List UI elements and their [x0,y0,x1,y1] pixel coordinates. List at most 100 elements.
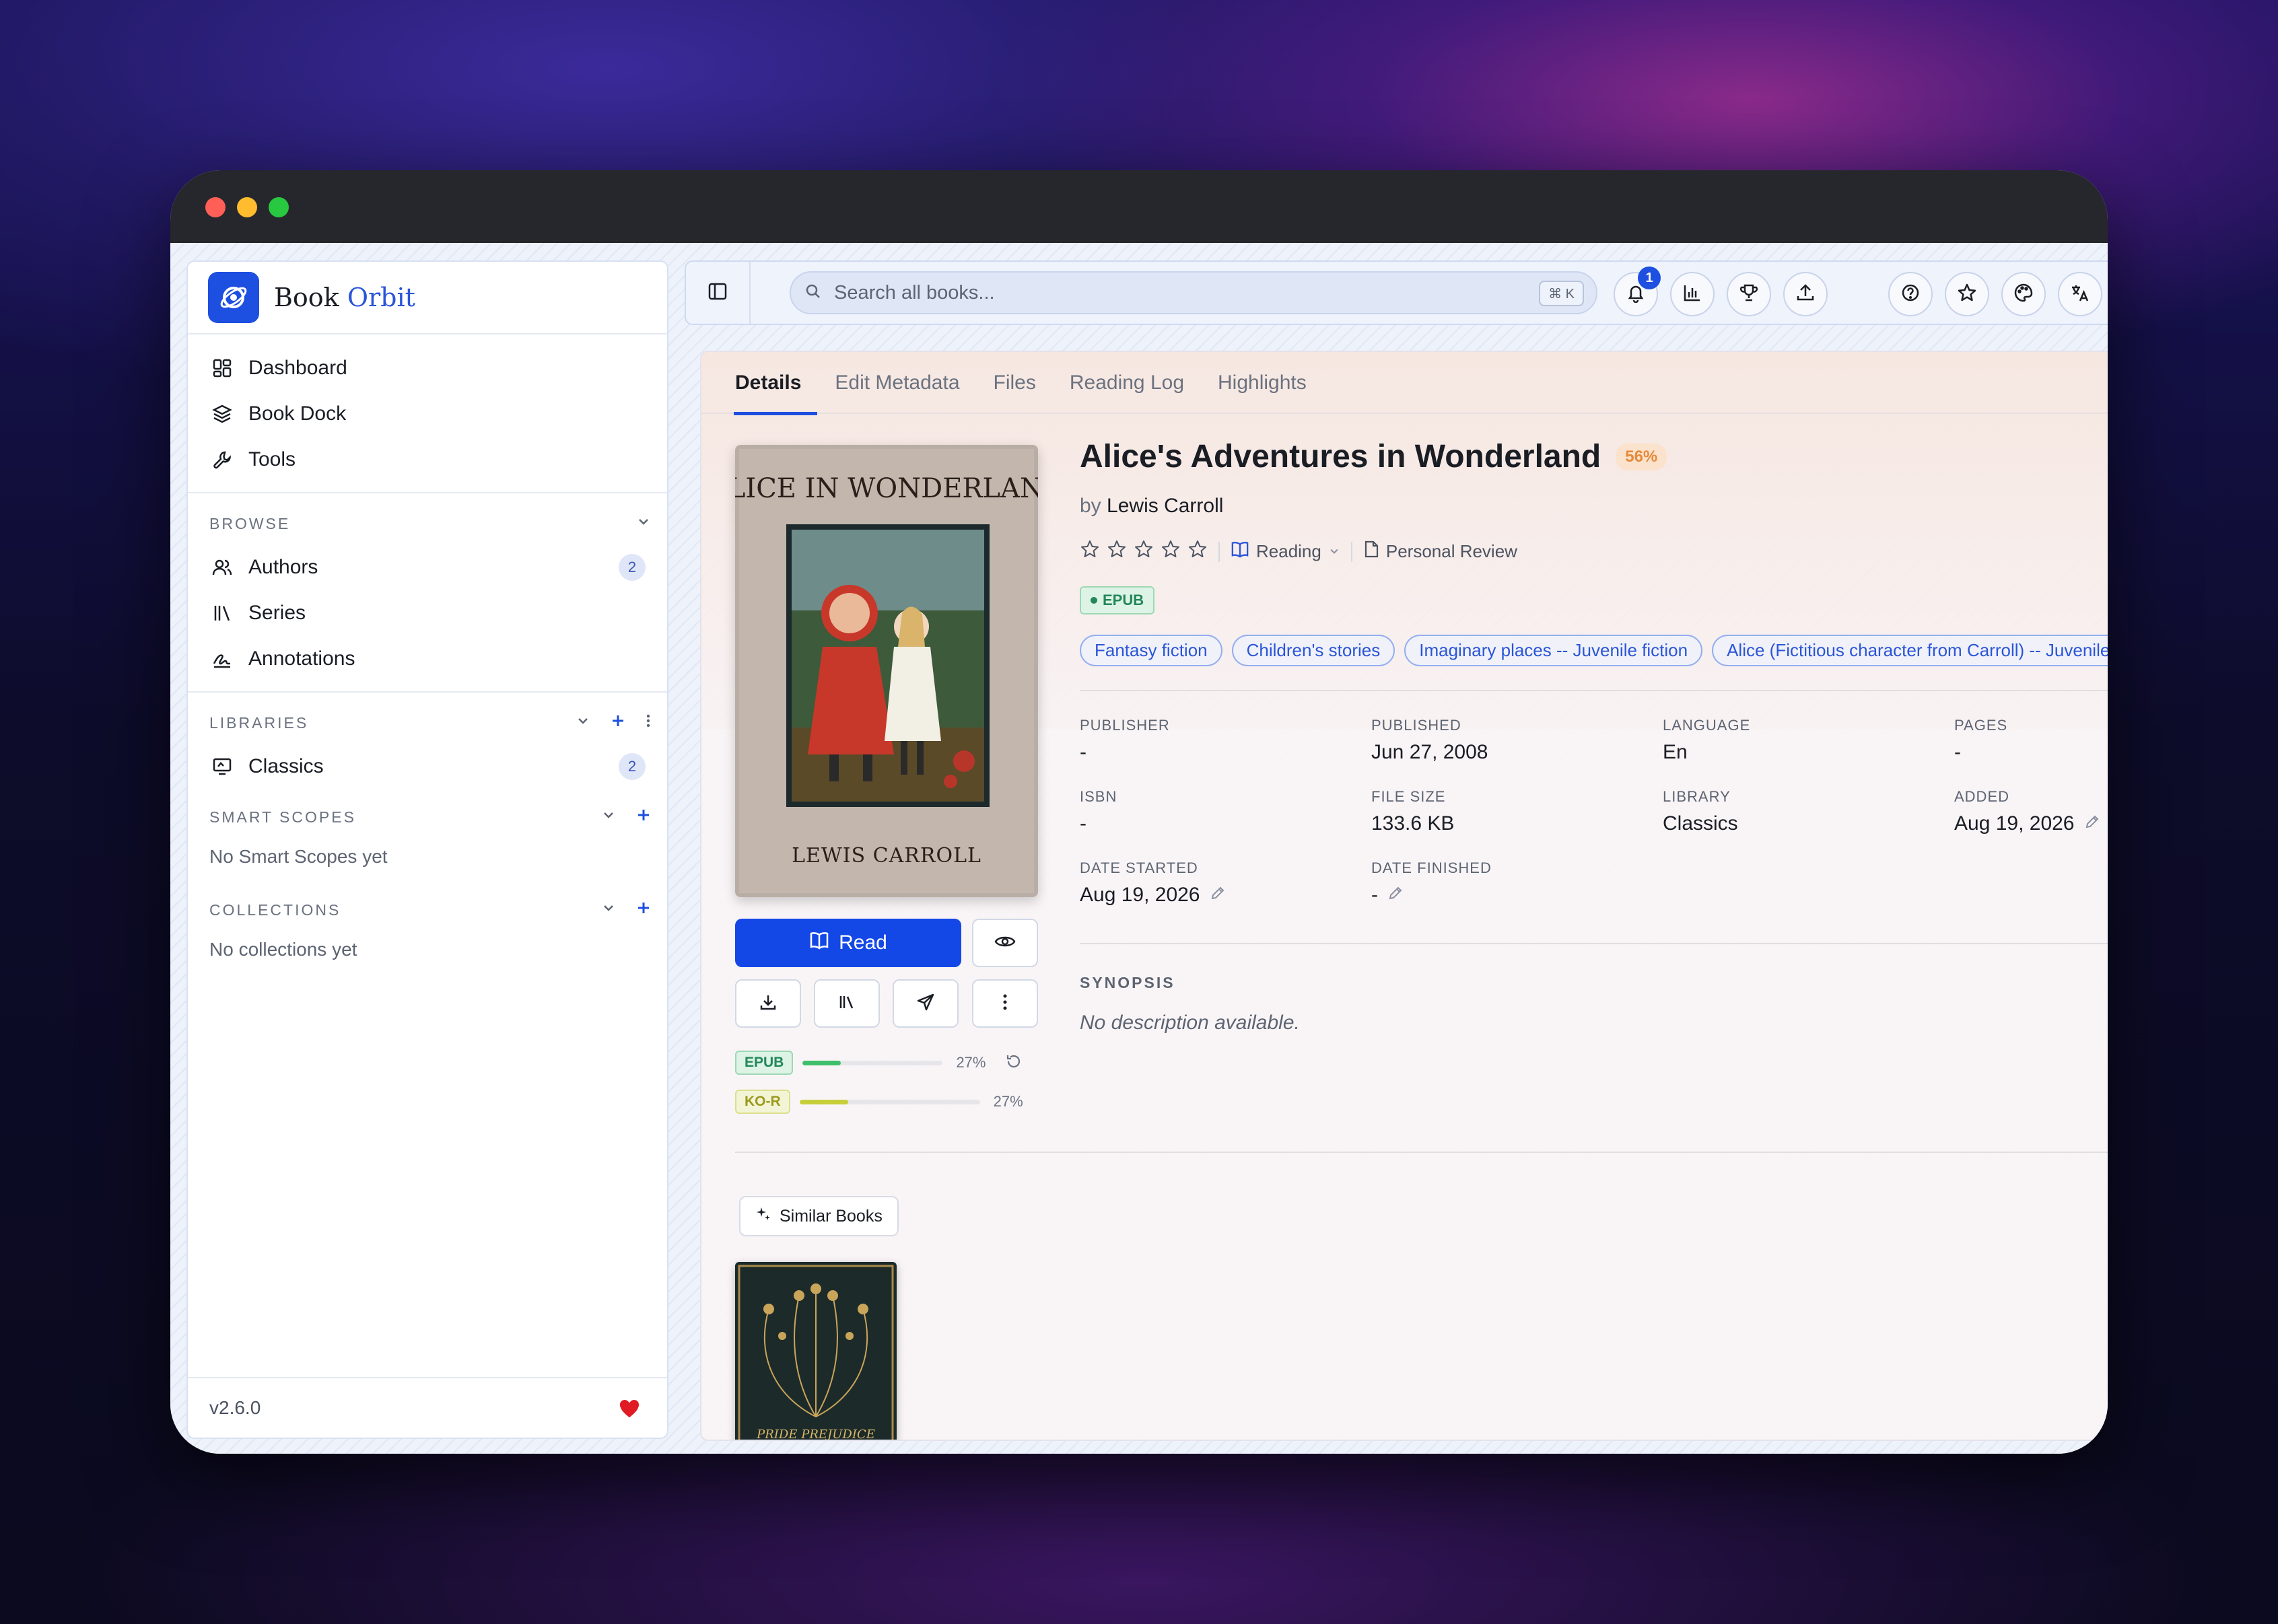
sidebar-item-authors[interactable]: Authors 2 [188,544,667,590]
signature-icon [211,647,234,670]
top-bar: ⌘ K 1 [685,260,2108,325]
star-icon[interactable] [1161,539,1181,564]
progress-bar [802,1060,943,1065]
sparkles-icon [755,1206,771,1227]
toggle-sidebar-button[interactable] [686,262,751,324]
read-button[interactable]: Read [735,919,961,967]
more-vertical-icon[interactable] [646,713,651,732]
search-bar[interactable]: ⌘ K [790,271,1597,314]
language-button[interactable] [2058,272,2102,316]
divider [188,691,667,693]
chevron-down-icon[interactable] [636,514,651,533]
refresh-icon[interactable] [1006,1053,1022,1073]
tab-highlights[interactable]: Highlights [1218,352,1307,414]
add-smart-scope-icon[interactable] [636,808,651,826]
file-size-field: FILE SIZE 133.6 KB [1371,788,1454,835]
field-label: LANGUAGE [1663,717,1751,734]
help-button[interactable] [1888,272,1933,316]
sidebar-item-classics[interactable]: Classics 2 [188,744,667,789]
wrench-icon [211,448,234,471]
similar-books-button[interactable]: Similar Books [739,1196,899,1236]
library-icon [837,993,856,1015]
add-library-icon[interactable] [611,713,625,732]
added-field: ADDED Aug 19, 2026 [1954,788,2100,835]
book-title: Alice's Adventures in Wonderland [1080,439,1601,474]
field-label: FILE SIZE [1371,788,1446,805]
star-icon [1957,283,1977,306]
send-button[interactable] [893,979,959,1028]
field-value: Classics [1663,812,1738,835]
divider [188,492,667,493]
field-value: - [1371,884,1492,907]
close-window-button[interactable] [205,197,226,217]
sidebar-item-label: Annotations [248,647,355,670]
subject-tag[interactable]: Fantasy fiction [1080,635,1222,666]
notification-count-badge: 1 [1638,267,1661,289]
stats-button[interactable] [1670,272,1715,316]
heart-icon[interactable] [619,1399,640,1423]
search-input[interactable] [834,281,1494,304]
pencil-icon[interactable] [1210,884,1226,907]
field-value: Aug 19, 2026 [1080,884,1226,907]
download-button[interactable] [735,979,801,1028]
add-to-shelf-button[interactable] [814,979,880,1028]
star-icon[interactable] [1187,539,1208,564]
read-button-label: Read [839,931,887,954]
sidebar-item-series[interactable]: Series [188,590,667,636]
collections-section-header[interactable]: COLLECTIONS [188,889,667,931]
chevron-down-icon[interactable] [601,808,616,826]
chevron-down-icon[interactable] [601,901,616,919]
star-icon[interactable] [1080,539,1100,564]
author-link[interactable]: Lewis Carroll [1107,495,1223,517]
tab-details[interactable]: Details [733,352,818,415]
upload-button[interactable] [1783,272,1828,316]
browse-section-header[interactable]: BROWSE [188,503,667,544]
sidebar-item-book-dock[interactable]: Book Dock [188,391,667,437]
personal-review-button[interactable]: Personal Review [1363,540,1517,563]
book-cover[interactable]: ALICE IN WONDERLAND [735,445,1038,897]
notifications-button[interactable]: 1 [1614,267,1661,316]
tab-reading-log[interactable]: Reading Log [1070,352,1184,414]
library-icon [211,602,234,625]
synopsis-label: SYNOPSIS [1080,974,1175,991]
reading-status-dropdown[interactable]: Reading [1231,540,1340,563]
pencil-icon[interactable] [2084,812,2100,835]
sidebar-item-dashboard[interactable]: Dashboard [188,345,667,391]
achievements-button[interactable] [1727,272,1771,316]
more-actions-button[interactable] [972,979,1038,1028]
maximize-window-button[interactable] [269,197,289,217]
pencil-icon[interactable] [1387,884,1404,907]
count-badge: 2 [619,753,646,780]
star-icon[interactable] [1107,539,1127,564]
divider [1080,943,2108,944]
similar-book-cover[interactable]: PRIDE PREJUDICE [735,1262,897,1441]
sidebar-item-label: Tools [248,448,296,470]
sidebar-item-label: Classics [248,755,324,777]
chevron-down-icon [1328,541,1340,562]
subject-tag[interactable]: Imaginary places -- Juvenile fiction [1404,635,1703,666]
chevron-down-icon[interactable] [576,713,590,732]
rating-stars[interactable] [1080,539,1208,564]
palette-icon [2013,283,2034,306]
sidebar-item-tools[interactable]: Tools [188,437,667,483]
add-collection-icon[interactable] [636,901,651,919]
tab-files[interactable]: Files [994,352,1036,414]
subject-tag[interactable]: Alice (Fictitious character from Carroll… [1712,635,2108,666]
similar-books-label: Similar Books [780,1206,883,1226]
brand[interactable]: Book Orbit [188,262,667,334]
cover-title-text: ALICE IN WONDERLAND [735,473,1038,504]
subject-tag[interactable]: Children's stories [1231,635,1395,666]
star-icon[interactable] [1134,539,1154,564]
preview-button[interactable] [972,919,1038,967]
libraries-section-header[interactable]: LIBRARIES [188,702,667,744]
smart-scopes-section-header[interactable]: SMART SCOPES [188,796,667,838]
theme-button[interactable] [2001,272,2046,316]
minimize-window-button[interactable] [237,197,257,217]
trophy-icon [1739,283,1759,306]
sidebar-item-annotations[interactable]: Annotations [188,636,667,682]
collections-empty: No collections yet [209,939,357,960]
dashboard-icon [211,357,234,380]
similar-cover-title: PRIDE PREJUDICE [756,1427,875,1441]
tab-edit-metadata[interactable]: Edit Metadata [835,352,959,414]
favorites-button[interactable] [1945,272,1989,316]
